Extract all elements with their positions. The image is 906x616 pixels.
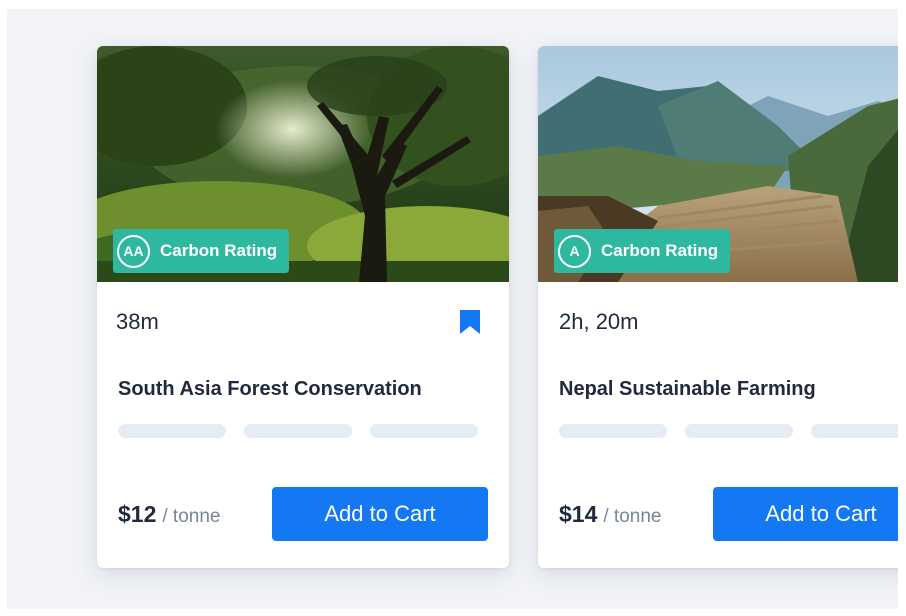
project-title: Nepal Sustainable Farming	[559, 378, 816, 400]
price-amount: $12	[118, 501, 157, 527]
placeholder-bar	[685, 424, 793, 438]
placeholder-bar	[811, 424, 898, 438]
add-to-cart-button[interactable]: Add to Cart	[713, 487, 898, 541]
placeholder-bar	[118, 424, 226, 438]
rating-label: Carbon Rating	[601, 241, 719, 260]
project-card[interactable]: A Carbon Rating 2h, 20m Nepal Sustainabl…	[538, 46, 898, 568]
project-duration: 2h, 20m	[559, 309, 639, 334]
rating-grade: A	[558, 234, 591, 268]
add-to-cart-button[interactable]: Add to Cart	[272, 487, 488, 541]
rating-label: Carbon Rating	[160, 241, 278, 260]
project-card[interactable]: AA Carbon Rating 38m South Asia Forest C…	[97, 46, 509, 568]
project-title: South Asia Forest Conservation	[118, 378, 422, 400]
carbon-rating-badge: AA Carbon Rating	[113, 229, 290, 273]
project-photo: AA Carbon Rating	[97, 46, 509, 282]
price: $14/ tonne	[559, 501, 661, 528]
price: $12/ tonne	[118, 501, 220, 528]
price-amount: $14	[559, 501, 598, 527]
bookmark-icon[interactable]	[458, 308, 482, 336]
project-photo: A Carbon Rating	[538, 46, 898, 282]
placeholder-bar	[559, 424, 667, 438]
placeholder-bar	[370, 424, 478, 438]
project-duration: 38m	[116, 309, 159, 334]
rating-grade: AA	[117, 234, 150, 268]
carbon-rating-badge: A Carbon Rating	[554, 229, 731, 273]
placeholder-bar	[244, 424, 352, 438]
card-carousel: AA Carbon Rating 38m South Asia Forest C…	[7, 9, 898, 609]
price-unit: / tonne	[162, 506, 221, 527]
price-unit: / tonne	[603, 506, 662, 527]
